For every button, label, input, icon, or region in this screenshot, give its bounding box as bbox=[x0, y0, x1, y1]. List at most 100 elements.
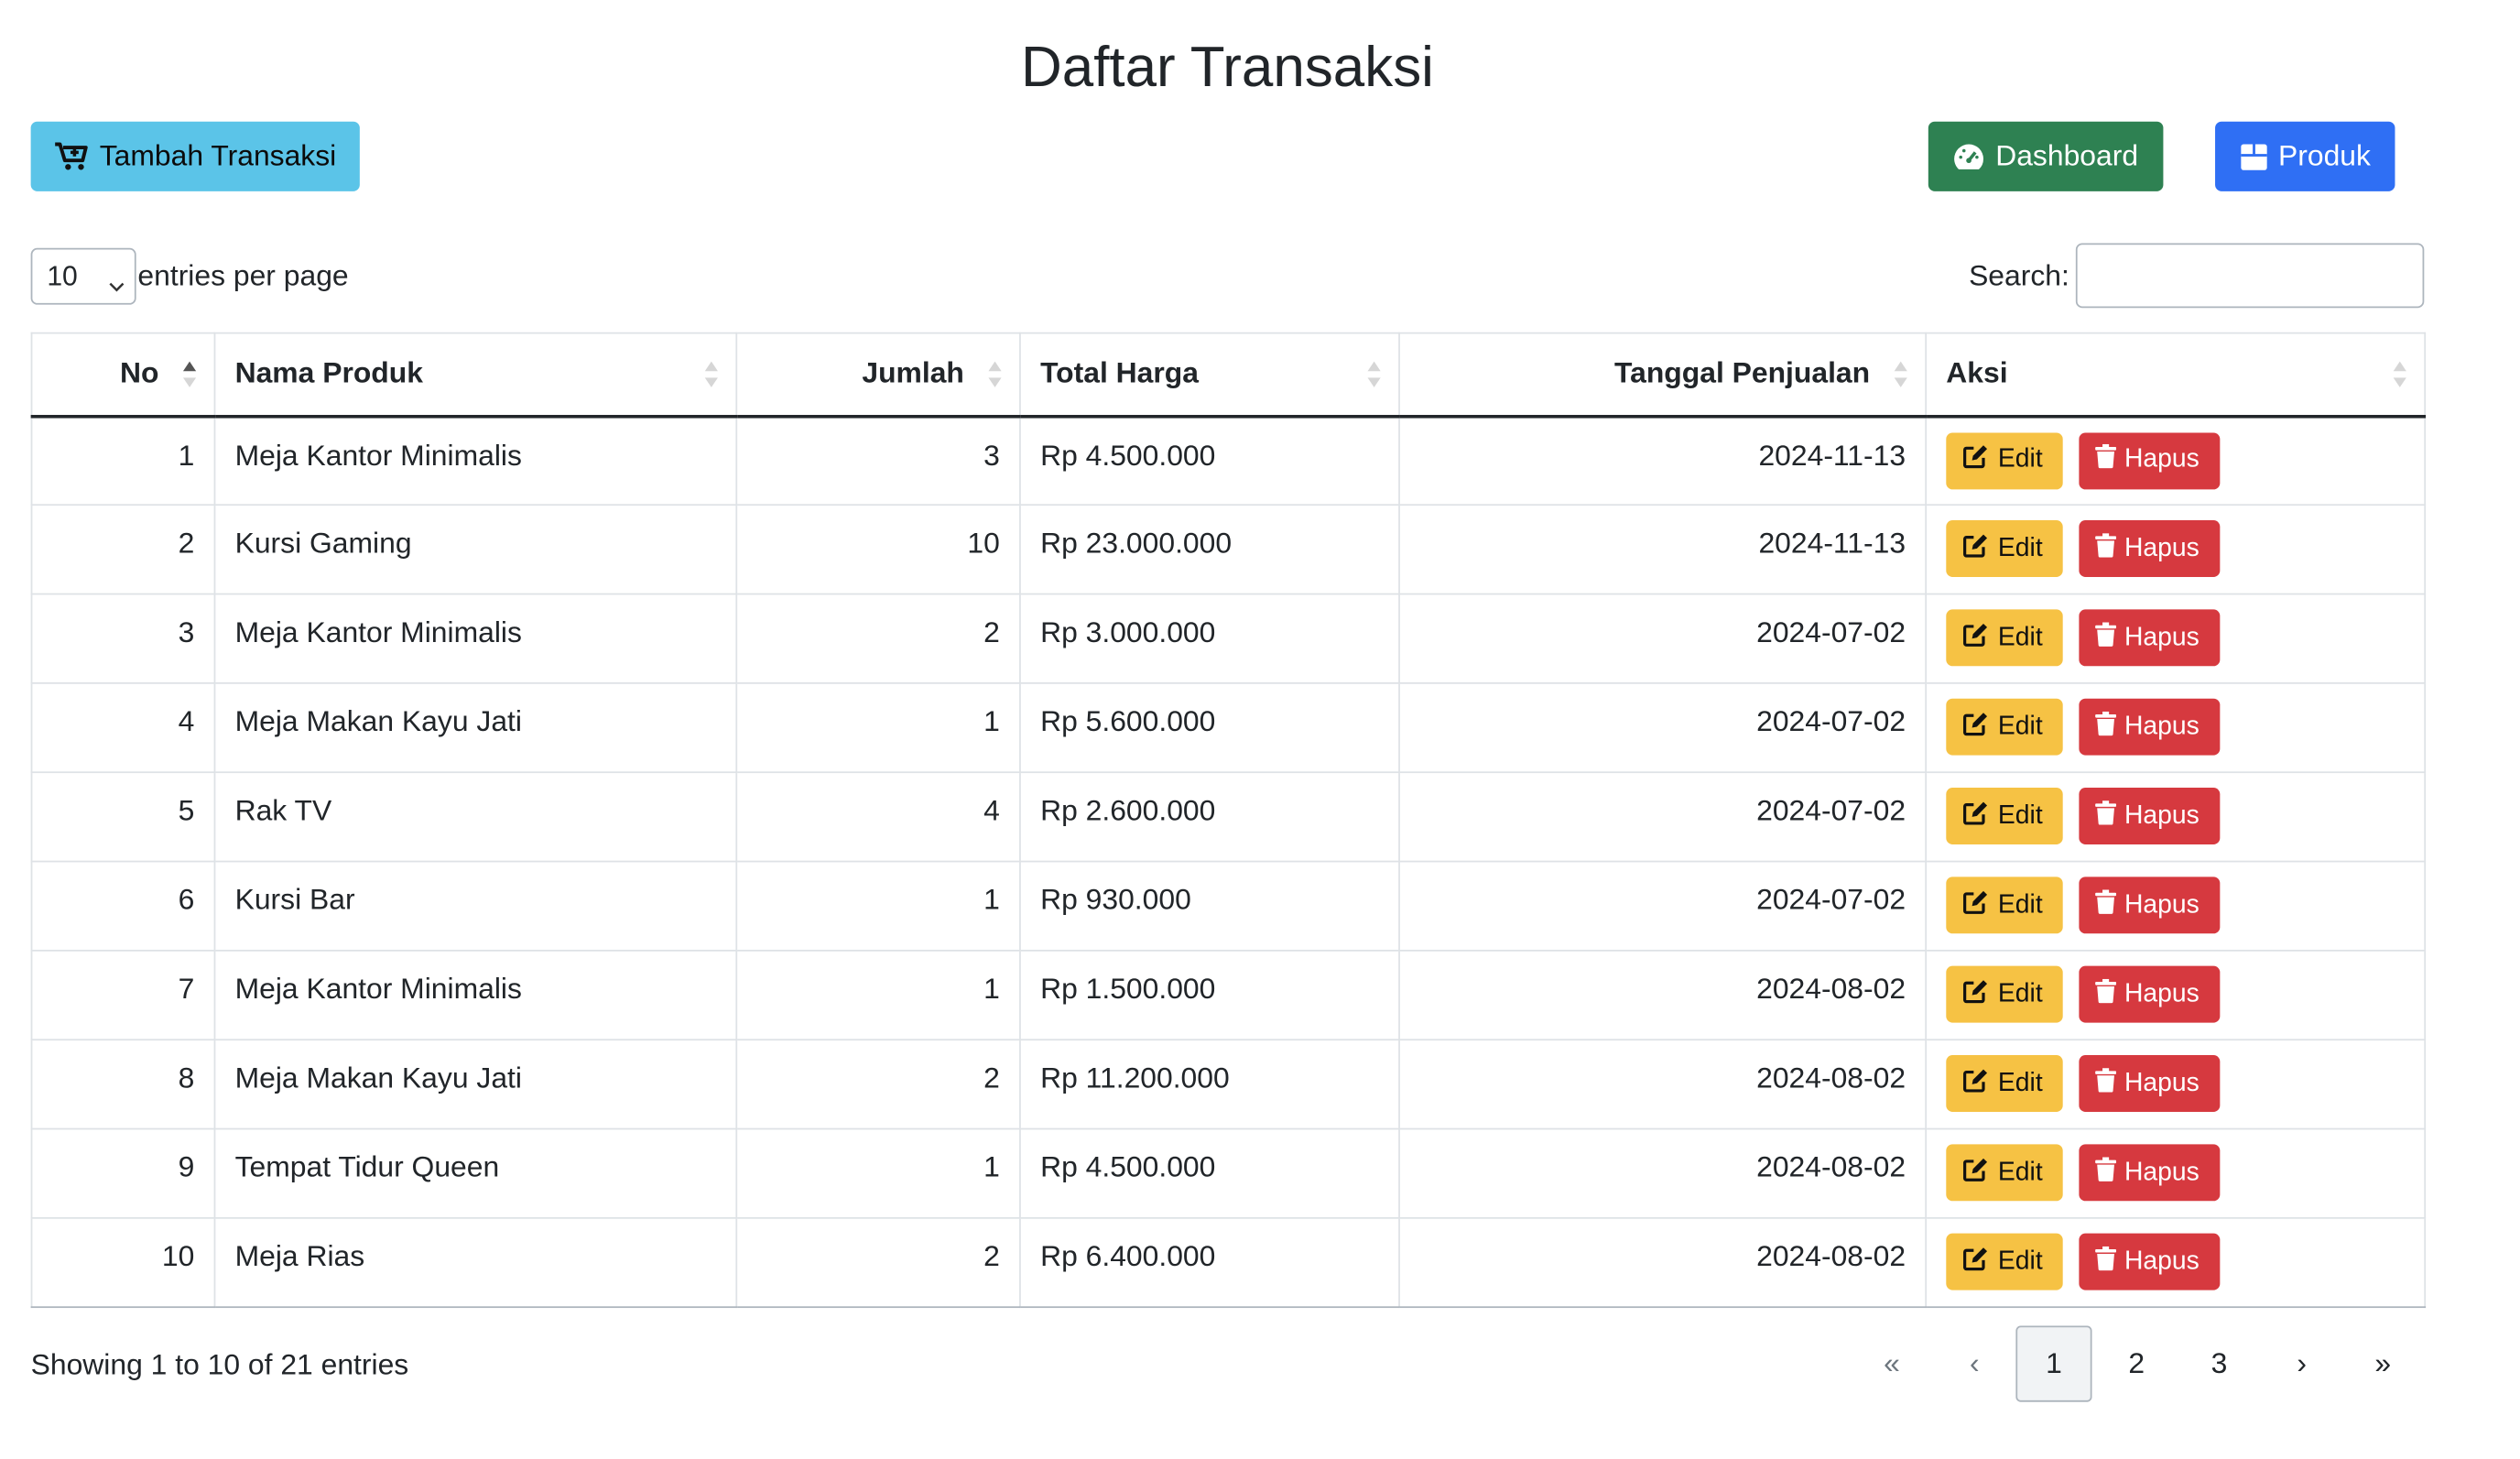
table-row: 1 Meja Kantor Minimalis 3 Rp 4.500.000 2024-… bbox=[30, 415, 2427, 506]
column-header-total[interactable]: Total Harga bbox=[1019, 332, 1400, 418]
delete-button[interactable]: Hapus bbox=[2079, 876, 2221, 934]
delete-label: Hapus bbox=[2124, 712, 2200, 740]
edit-label: Edit bbox=[1997, 890, 2043, 919]
pagination-previous[interactable]: ‹ bbox=[1937, 1326, 2013, 1402]
transactions-table: No Nama Produk Jumlah Total Harga Tangga… bbox=[30, 332, 2427, 1309]
table-row: 9 Tempat Tidur Queen 1 Rp 4.500.000 2024-08-… bbox=[30, 1127, 2427, 1219]
table-info: Showing 1 to 10 of 21 entries bbox=[30, 1348, 409, 1381]
cell-nama-produk: Meja Rias bbox=[213, 1216, 738, 1309]
column-header-jumlah[interactable]: Jumlah bbox=[735, 332, 1021, 418]
produk-button[interactable]: Produk bbox=[2215, 121, 2395, 191]
delete-button[interactable]: Hapus bbox=[2079, 1233, 2221, 1290]
trash-icon bbox=[2095, 621, 2117, 654]
column-header-nama[interactable]: Nama Produk bbox=[213, 332, 738, 418]
cell-nama-produk: Meja Kantor Minimalis bbox=[213, 415, 738, 506]
edit-button[interactable]: Edit bbox=[1946, 698, 2063, 756]
delete-button[interactable]: Hapus bbox=[2079, 609, 2221, 667]
cell-aksi: Edit Hapus bbox=[1925, 504, 2427, 595]
cell-no: 10 bbox=[30, 1216, 216, 1309]
edit-icon bbox=[1962, 444, 1990, 476]
edit-button[interactable]: Edit bbox=[1946, 609, 2063, 667]
trash-icon bbox=[2095, 888, 2117, 921]
box-icon bbox=[2240, 142, 2269, 171]
cell-tanggal-penjualan: 2024-11-13 bbox=[1398, 415, 1928, 506]
delete-button[interactable]: Hapus bbox=[2079, 1055, 2221, 1112]
cell-tanggal-penjualan: 2024-08-02 bbox=[1398, 1127, 1928, 1219]
trash-icon bbox=[2095, 1067, 2117, 1099]
cell-total-harga: Rp 6.400.000 bbox=[1019, 1216, 1400, 1309]
edit-button[interactable]: Edit bbox=[1946, 965, 2063, 1023]
column-header-jumlah-label: Jumlah bbox=[862, 356, 964, 390]
cart-plus-icon bbox=[54, 141, 90, 172]
edit-icon bbox=[1962, 889, 1990, 921]
delete-button[interactable]: Hapus bbox=[2079, 698, 2221, 756]
search-input[interactable] bbox=[2075, 243, 2425, 309]
edit-label: Edit bbox=[1997, 1069, 2043, 1097]
cell-total-harga: Rp 23.000.000 bbox=[1019, 504, 1400, 595]
chevron-down-icon bbox=[109, 269, 125, 301]
search-label: Search: bbox=[1969, 259, 2069, 292]
edit-label: Edit bbox=[1997, 623, 2043, 651]
pagination-next[interactable]: › bbox=[2264, 1326, 2340, 1402]
add-transaction-button[interactable]: Tambah Transaksi bbox=[30, 121, 360, 191]
edit-label: Edit bbox=[1997, 1158, 2043, 1186]
column-header-aksi-label: Aksi bbox=[1946, 356, 2008, 390]
cell-jumlah: 10 bbox=[735, 504, 1021, 595]
produk-label: Produk bbox=[2278, 139, 2371, 172]
cell-no: 3 bbox=[30, 593, 216, 684]
cell-total-harga: Rp 4.500.000 bbox=[1019, 415, 1400, 506]
edit-button[interactable]: Edit bbox=[1946, 431, 2063, 489]
cell-jumlah: 2 bbox=[735, 1039, 1021, 1130]
table-row: 8 Meja Makan Kayu Jati 2 Rp 11.200.000 2024-… bbox=[30, 1039, 2427, 1130]
dashboard-button[interactable]: Dashboard bbox=[1928, 121, 2164, 191]
cell-tanggal-penjualan: 2024-07-02 bbox=[1398, 860, 1928, 952]
sort-icon bbox=[2392, 360, 2408, 397]
delete-button[interactable]: Hapus bbox=[2079, 965, 2221, 1023]
cell-nama-produk: Rak TV bbox=[213, 771, 738, 863]
cell-nama-produk: Meja Makan Kayu Jati bbox=[213, 1039, 738, 1130]
cell-jumlah: 3 bbox=[735, 415, 1021, 506]
pagination-last[interactable]: » bbox=[2345, 1326, 2421, 1402]
cell-nama-produk: Tempat Tidur Queen bbox=[213, 1127, 738, 1219]
delete-button[interactable]: Hapus bbox=[2079, 1144, 2221, 1202]
pagination-first[interactable]: « bbox=[1853, 1326, 1929, 1402]
edit-button[interactable]: Edit bbox=[1946, 1055, 2063, 1112]
entries-per-page-select[interactable]: 10 bbox=[30, 247, 136, 305]
edit-icon bbox=[1962, 1067, 1990, 1099]
pagination-page-2[interactable]: 2 bbox=[2099, 1326, 2175, 1402]
sort-ascending-icon bbox=[181, 360, 198, 397]
edit-button[interactable]: Edit bbox=[1946, 1233, 2063, 1290]
cell-nama-produk: Kursi Bar bbox=[213, 860, 738, 952]
delete-label: Hapus bbox=[2124, 623, 2200, 651]
edit-button[interactable]: Edit bbox=[1946, 1144, 2063, 1202]
delete-button[interactable]: Hapus bbox=[2079, 788, 2221, 844]
edit-icon bbox=[1962, 800, 1990, 832]
column-header-no[interactable]: No bbox=[30, 332, 216, 418]
cell-aksi: Edit Hapus bbox=[1925, 415, 2427, 506]
cell-tanggal-penjualan: 2024-08-02 bbox=[1398, 1039, 1928, 1130]
edit-label: Edit bbox=[1997, 712, 2043, 740]
cell-nama-produk: Meja Makan Kayu Jati bbox=[213, 682, 738, 774]
edit-button[interactable]: Edit bbox=[1946, 876, 2063, 934]
cell-tanggal-penjualan: 2024-07-02 bbox=[1398, 771, 1928, 863]
delete-label: Hapus bbox=[2124, 534, 2200, 562]
column-header-nama-label: Nama Produk bbox=[234, 356, 423, 390]
sort-icon bbox=[703, 360, 720, 397]
cell-aksi: Edit Hapus bbox=[1925, 949, 2427, 1041]
column-header-aksi[interactable]: Aksi bbox=[1925, 332, 2427, 418]
delete-button[interactable]: Hapus bbox=[2079, 431, 2221, 489]
column-header-total-label: Total Harga bbox=[1040, 356, 1199, 390]
cell-no: 9 bbox=[30, 1127, 216, 1219]
pagination-page-1[interactable]: 1 bbox=[2015, 1325, 2092, 1402]
cell-total-harga: Rp 11.200.000 bbox=[1019, 1039, 1400, 1130]
pagination-page-3[interactable]: 3 bbox=[2181, 1326, 2257, 1402]
edit-button[interactable]: Edit bbox=[1946, 520, 2063, 577]
trash-icon bbox=[2095, 977, 2117, 1010]
edit-icon bbox=[1962, 532, 1990, 564]
delete-label: Hapus bbox=[2124, 979, 2200, 1007]
cell-aksi: Edit Hapus bbox=[1925, 1216, 2427, 1309]
edit-button[interactable]: Edit bbox=[1946, 788, 2063, 844]
cell-total-harga: Rp 3.000.000 bbox=[1019, 593, 1400, 684]
column-header-tanggal[interactable]: Tanggal Penjualan bbox=[1398, 332, 1928, 418]
delete-button[interactable]: Hapus bbox=[2079, 520, 2221, 577]
